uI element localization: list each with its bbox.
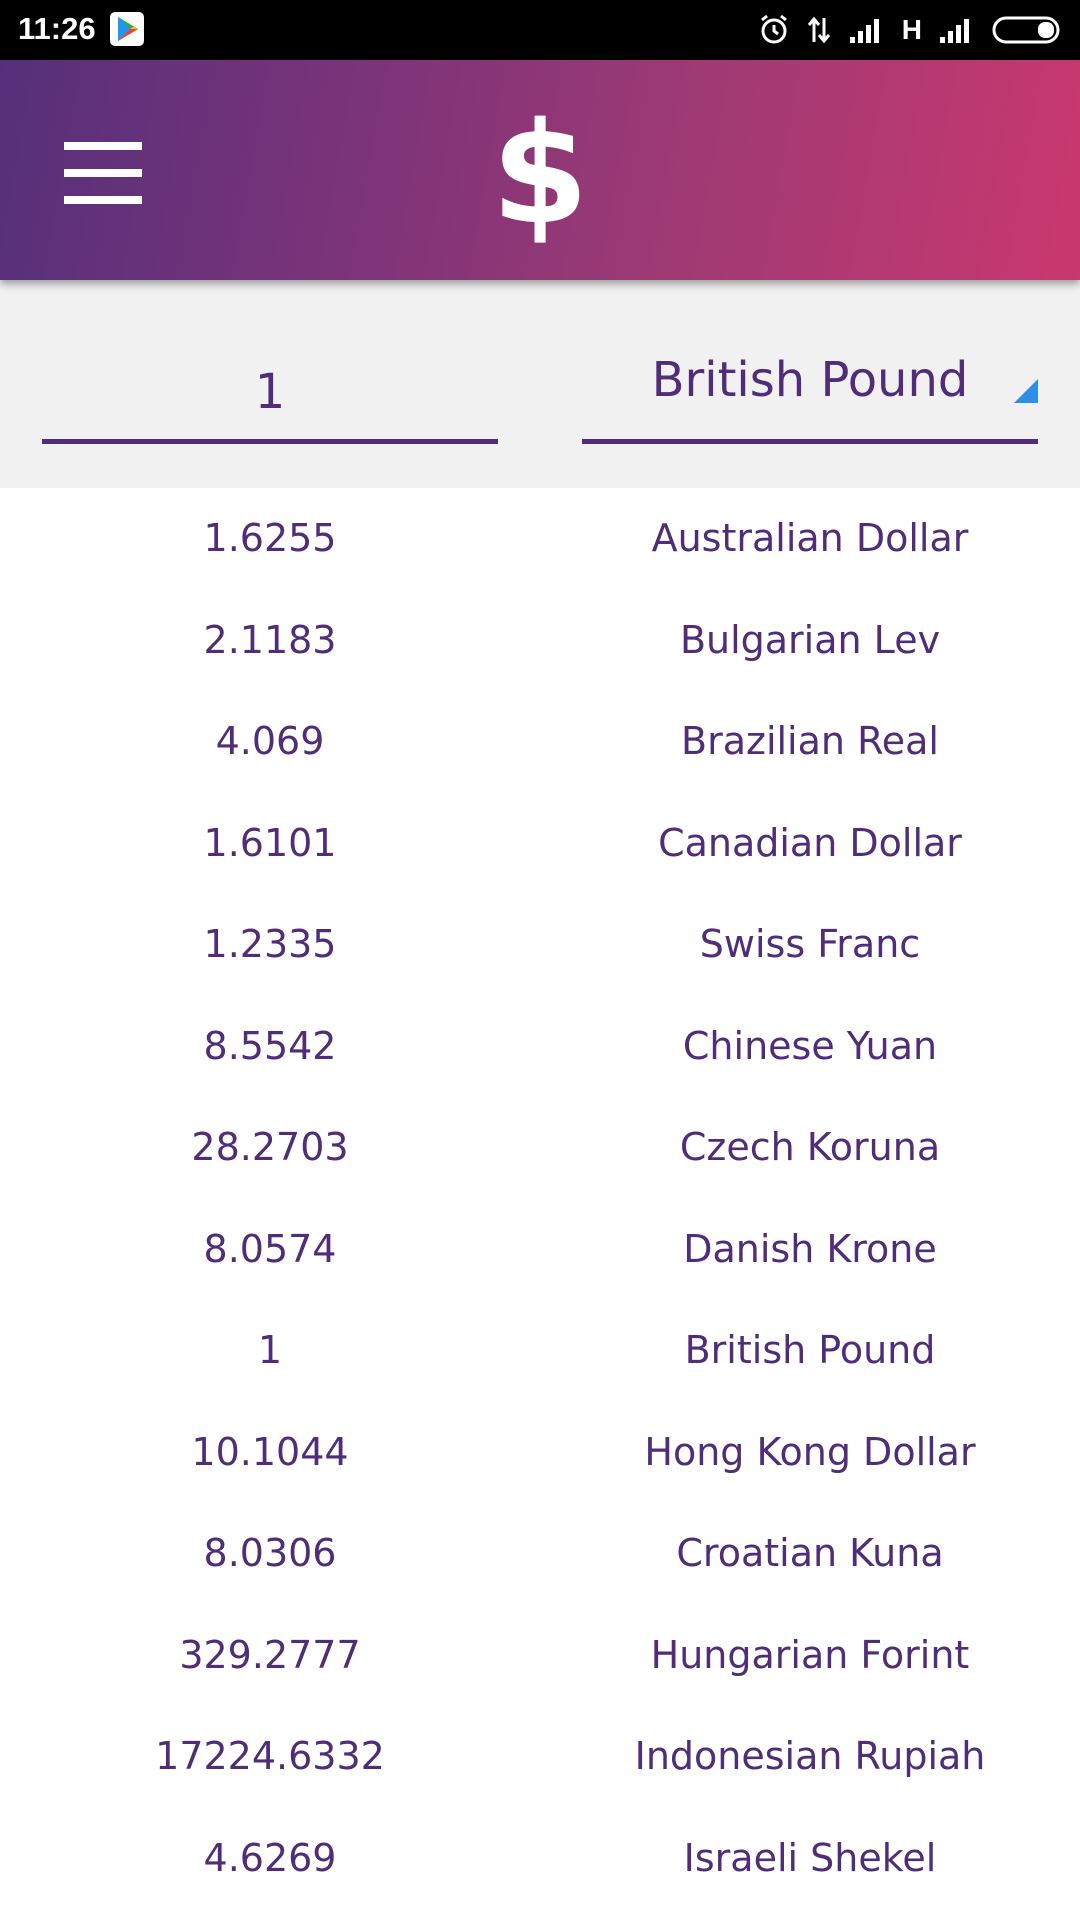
rate-currency-name: Indonesian Rupiah bbox=[634, 1734, 986, 1778]
rate-currency-name: Brazilian Real bbox=[681, 719, 939, 763]
list-item[interactable]: 8.0306 Croatian Kuna bbox=[0, 1503, 1080, 1605]
rate-value: 8.0574 bbox=[203, 1226, 337, 1271]
amount-input[interactable]: 1 bbox=[42, 340, 498, 444]
rate-currency-name: Swiss Franc bbox=[699, 922, 921, 966]
rate-currency-name: Bulgarian Lev bbox=[679, 617, 941, 662]
list-item[interactable]: 2.1183 Bulgarian Lev bbox=[0, 590, 1080, 692]
rate-value: 17224.6332 bbox=[155, 1734, 385, 1778]
rate-value: 1.6255 bbox=[203, 516, 337, 560]
converter-panel: 1 British Pound bbox=[0, 280, 1080, 488]
app-bar: $ bbox=[0, 60, 1080, 280]
rate-value: 329.2777 bbox=[179, 1632, 361, 1677]
signal-icon bbox=[940, 19, 969, 43]
list-item[interactable]: 329.2777 Hungarian Forint bbox=[0, 1605, 1080, 1707]
list-item[interactable]: 8.5542 Chinese Yuan bbox=[0, 996, 1080, 1098]
dropdown-arrow-icon bbox=[1014, 379, 1038, 403]
list-item[interactable]: 4.6269 Israeli Shekel bbox=[0, 1808, 1080, 1910]
status-time: 11:26 bbox=[18, 11, 96, 46]
rate-value: 8.5542 bbox=[203, 1023, 337, 1068]
rate-currency-name: Australian Dollar bbox=[651, 516, 969, 560]
status-bar: 11:26 H bbox=[0, 0, 1080, 60]
rate-currency-name: Hong Kong Dollar bbox=[644, 1429, 976, 1474]
list-item[interactable]: 1.6101 Canadian Dollar bbox=[0, 793, 1080, 895]
rate-value: 1.6101 bbox=[203, 820, 337, 865]
signal-icon bbox=[849, 19, 879, 43]
list-item[interactable]: 1.2335 Swiss Franc bbox=[0, 894, 1080, 996]
dollar-icon: $ bbox=[491, 93, 589, 256]
data-arrows-icon bbox=[807, 16, 830, 44]
list-item[interactable]: 17224.6332 Indonesian Rupiah bbox=[0, 1706, 1080, 1808]
rate-value: 4.069 bbox=[215, 719, 325, 763]
alarm-icon bbox=[760, 14, 787, 44]
selected-currency-label: British Pound bbox=[651, 352, 969, 408]
list-item[interactable]: 8.0574 Danish Krone bbox=[0, 1199, 1080, 1301]
rate-currency-name: Danish Krone bbox=[683, 1226, 937, 1271]
rate-value: 10.1044 bbox=[191, 1429, 349, 1474]
google-play-icon bbox=[110, 12, 144, 46]
network-type-label: H bbox=[901, 14, 922, 45]
rate-value: 1 bbox=[257, 1328, 283, 1372]
rate-currency-name: Chinese Yuan bbox=[682, 1023, 938, 1068]
rate-value: 2.1183 bbox=[203, 617, 337, 662]
status-icons: H bbox=[758, 10, 1064, 50]
battery-icon bbox=[992, 16, 1060, 44]
list-item[interactable]: 28.2703 Czech Koruna bbox=[0, 1097, 1080, 1199]
list-item[interactable]: 1.6255 Australian Dollar bbox=[0, 488, 1080, 590]
rate-currency-name: Hungarian Forint bbox=[650, 1632, 970, 1677]
rate-currency-name: Croatian Kuna bbox=[676, 1531, 944, 1575]
rates-list[interactable]: 1.6255 Australian Dollar 2.1183 Bulgarian L… bbox=[0, 488, 1080, 1909]
list-item[interactable]: 1 British Pound bbox=[0, 1300, 1080, 1402]
rate-currency-name: Canadian Dollar bbox=[658, 820, 962, 865]
rate-currency-name: Israeli Shekel bbox=[683, 1835, 937, 1880]
currency-select[interactable]: British Pound bbox=[582, 340, 1038, 444]
list-item[interactable]: 10.1044 Hong Kong Dollar bbox=[0, 1402, 1080, 1504]
rate-value: 4.6269 bbox=[203, 1835, 337, 1880]
rate-currency-name: Czech Koruna bbox=[679, 1125, 941, 1169]
rate-value: 28.2703 bbox=[191, 1125, 349, 1169]
rate-value: 1.2335 bbox=[203, 922, 337, 966]
rate-currency-name: British Pound bbox=[684, 1328, 936, 1372]
list-item[interactable]: 4.069 Brazilian Real bbox=[0, 691, 1080, 793]
rate-value: 8.0306 bbox=[203, 1531, 337, 1575]
